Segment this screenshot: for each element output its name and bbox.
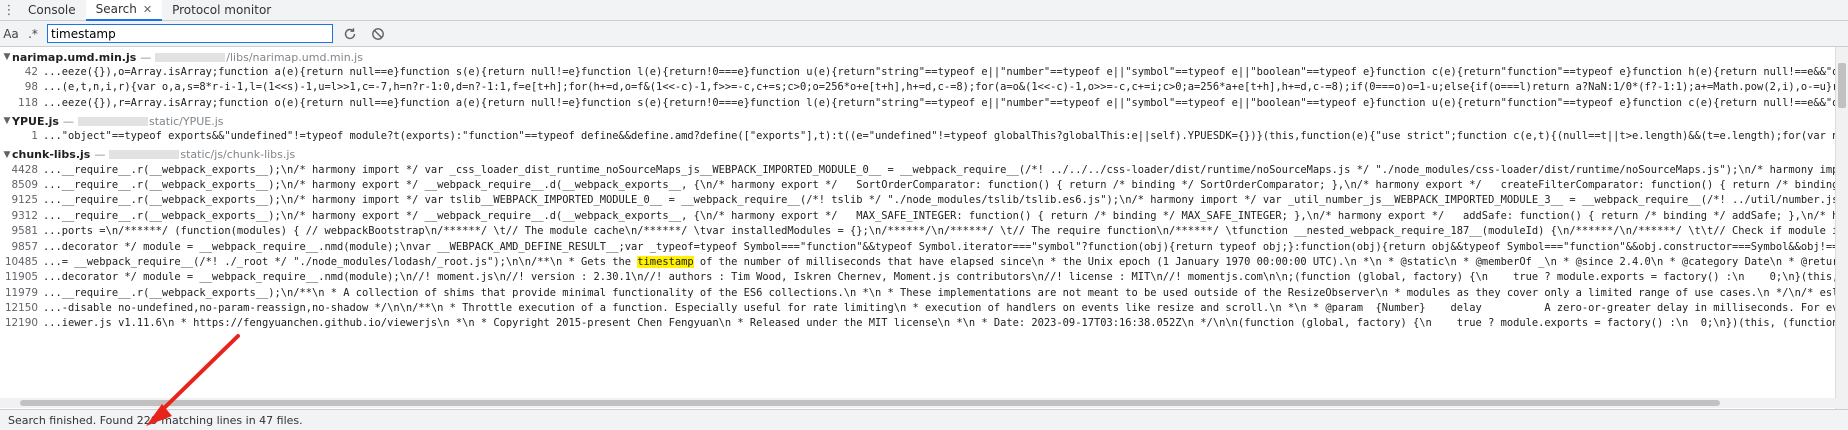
line-number: 10485 bbox=[4, 255, 38, 268]
search-results-panel: ▼ narimap.umd.min.js —/libs/narimap.umd.mi… bbox=[0, 47, 1836, 409]
search-match-highlight: timestamp bbox=[637, 255, 694, 268]
line-content: ...-disable no-undefined,no-param-reassi… bbox=[43, 302, 1836, 315]
path-separator: — bbox=[62, 114, 74, 128]
search-result-line[interactable]: 10485 ...= __webpack_require__(/*! ./_roo… bbox=[0, 255, 1836, 270]
search-input-box bbox=[47, 24, 333, 43]
search-result-line[interactable]: 12150 ...-disable no-undefined,no-param-r… bbox=[0, 301, 1836, 316]
file-path: static/YPUE.js bbox=[148, 114, 224, 128]
clear-icon bbox=[372, 27, 384, 40]
chevron-down-icon[interactable]: ▼ bbox=[2, 52, 12, 62]
refresh-icon bbox=[344, 27, 356, 39]
tab-protocol-monitor[interactable]: Protocol monitor bbox=[162, 0, 281, 20]
search-result-line[interactable]: 9581 ...ports =\n/******/ (function(modul… bbox=[0, 224, 1836, 239]
clear-button[interactable] bbox=[367, 23, 389, 45]
match-case-button[interactable]: Aa bbox=[0, 27, 22, 41]
search-result-line[interactable]: 11979 ...__require__.r(__webpack_exports_… bbox=[0, 286, 1836, 301]
tab-label: Protocol monitor bbox=[172, 3, 272, 17]
search-input[interactable] bbox=[51, 26, 329, 41]
redacted-path bbox=[109, 150, 180, 160]
line-content: ...(e,t,n,i,r){var o,a,s=8*r-i-1,l=(1<<s… bbox=[43, 81, 1836, 94]
drawer-tab-bar: ⋮ Console Search ✕ Protocol monitor bbox=[0, 0, 1848, 21]
line-number: 42 bbox=[24, 66, 38, 78]
regex-button[interactable]: .* bbox=[22, 27, 44, 41]
line-content: ...decorator */ module = __webpack_requi… bbox=[43, 240, 1836, 253]
line-number: 11979 bbox=[4, 286, 38, 299]
line-number: 9312 bbox=[11, 209, 38, 222]
search-result-line[interactable]: 42 ...eeze({}),o=Array.isArray;function a… bbox=[0, 65, 1836, 80]
file-name: chunk-libs.js bbox=[12, 148, 91, 162]
file-path: /libs/narimap.umd.min.js bbox=[226, 50, 363, 64]
search-result-line[interactable]: 1 ..."object"==typeof exports&&"undefined… bbox=[0, 129, 1836, 144]
tab-search[interactable]: Search ✕ bbox=[85, 0, 163, 21]
line-content: ...eeze({}),o=Array.isArray;function a(e… bbox=[43, 66, 1836, 78]
search-result-line[interactable]: 9125 ...__require__.r(__webpack_exports__… bbox=[0, 193, 1836, 208]
close-icon[interactable]: ✕ bbox=[143, 3, 152, 16]
line-segment: ...= __webpack_require__(/*! ./_root */ … bbox=[43, 255, 638, 268]
search-result-line[interactable]: 4428 ...__require__.r(__webpack_exports__… bbox=[0, 163, 1836, 178]
search-result-line[interactable]: 9857 ...decorator */ module = __webpack_r… bbox=[0, 240, 1836, 255]
redacted-path bbox=[77, 116, 148, 126]
line-content: ...__require__.r(__webpack_exports__);\n… bbox=[43, 178, 1836, 191]
line-number: 9581 bbox=[11, 225, 38, 238]
file-name: narimap.umd.min.js bbox=[12, 50, 137, 64]
file-group-header[interactable]: ▼ chunk-libs.js — static/js/chunk-libs.js bbox=[0, 147, 1836, 163]
line-number: 9125 bbox=[11, 194, 38, 207]
line-number: 11905 bbox=[4, 271, 38, 284]
line-content: ...eeze({}),r=Array.isArray;function o(e… bbox=[43, 96, 1836, 109]
tab-label: Search bbox=[95, 2, 137, 16]
search-result-line[interactable]: 12190 ...iewer.js v1.11.6\n * https://fen… bbox=[0, 316, 1836, 331]
tab-label: Console bbox=[28, 3, 76, 17]
search-status-bar: Search finished. Found 229 matching line… bbox=[0, 409, 1848, 430]
line-number: 4428 bbox=[11, 163, 38, 176]
chevron-down-icon[interactable]: ▼ bbox=[2, 116, 12, 126]
path-separator: — bbox=[140, 50, 152, 64]
chevron-down-icon[interactable]: ▼ bbox=[2, 150, 12, 160]
line-number: 12150 bbox=[4, 302, 38, 315]
line-number: 8509 bbox=[11, 178, 38, 191]
line-number: 118 bbox=[18, 96, 38, 109]
line-number: 9857 bbox=[11, 240, 38, 253]
line-content: ...__require__.r(__webpack_exports__);\n… bbox=[43, 286, 1836, 299]
line-segment: of the number of milliseconds that have … bbox=[699, 255, 1836, 268]
status-text: Search finished. Found 229 matching line… bbox=[8, 413, 303, 427]
line-content: ...iewer.js v1.11.6\n * https://fengyuan… bbox=[43, 317, 1836, 330]
line-content: ...__require__.r(__webpack_exports__);\n… bbox=[43, 194, 1836, 207]
search-result-line[interactable]: 9312 ...__require__.r(__webpack_exports__… bbox=[0, 209, 1836, 224]
scrollbar-thumb[interactable] bbox=[1838, 63, 1846, 108]
vertical-scrollbar[interactable] bbox=[1835, 47, 1848, 409]
horizontal-scrollbar[interactable] bbox=[0, 398, 1836, 408]
file-group-header[interactable]: ▼ YPUE.js — static/YPUE.js bbox=[0, 113, 1836, 129]
search-toolbar: Aa .* bbox=[0, 21, 1848, 47]
regex-label: .* bbox=[28, 26, 38, 41]
file-path: static/js/chunk-libs.js bbox=[180, 148, 296, 162]
more-tabs-menu-icon[interactable]: ⋮ bbox=[0, 3, 18, 18]
search-result-line[interactable]: 118 ...eeze({}),r=Array.isArray;function … bbox=[0, 96, 1836, 111]
refresh-button[interactable] bbox=[339, 23, 361, 45]
line-content: ...decorator */ module = __webpack_requi… bbox=[43, 271, 1836, 284]
scrollbar-thumb[interactable] bbox=[20, 400, 1720, 406]
line-content: ...ports =\n/******/ (function(modules) … bbox=[43, 225, 1836, 238]
match-case-label: Aa bbox=[3, 26, 19, 41]
search-result-line[interactable]: 8509 ...__require__.r(__webpack_exports__… bbox=[0, 178, 1836, 193]
line-number: 12190 bbox=[4, 317, 38, 330]
line-content: ...__require__.r(__webpack_exports__);\n… bbox=[43, 163, 1836, 176]
search-result-line[interactable]: 98 ...(e,t,n,i,r){var o,a,s=8*r-i-1,l=(1<… bbox=[0, 80, 1836, 95]
redacted-path bbox=[155, 52, 226, 62]
path-separator: — bbox=[94, 148, 106, 162]
line-number: 1 bbox=[31, 130, 38, 143]
line-content: ...__require__.r(__webpack_exports__);\n… bbox=[43, 209, 1836, 222]
line-number: 98 bbox=[24, 81, 38, 94]
file-name: YPUE.js bbox=[12, 114, 59, 128]
line-content: ..."object"==typeof exports&&"undefined"… bbox=[43, 130, 1836, 143]
line-content: ...= __webpack_require__(/*! ./_root */ … bbox=[43, 255, 1836, 270]
tab-console[interactable]: Console bbox=[18, 0, 86, 20]
file-group-header[interactable]: ▼ narimap.umd.min.js — /libs/narimap.umd.mi… bbox=[0, 49, 1836, 65]
search-result-line[interactable]: 11905 ...decorator */ module = __webpack_… bbox=[0, 270, 1836, 285]
